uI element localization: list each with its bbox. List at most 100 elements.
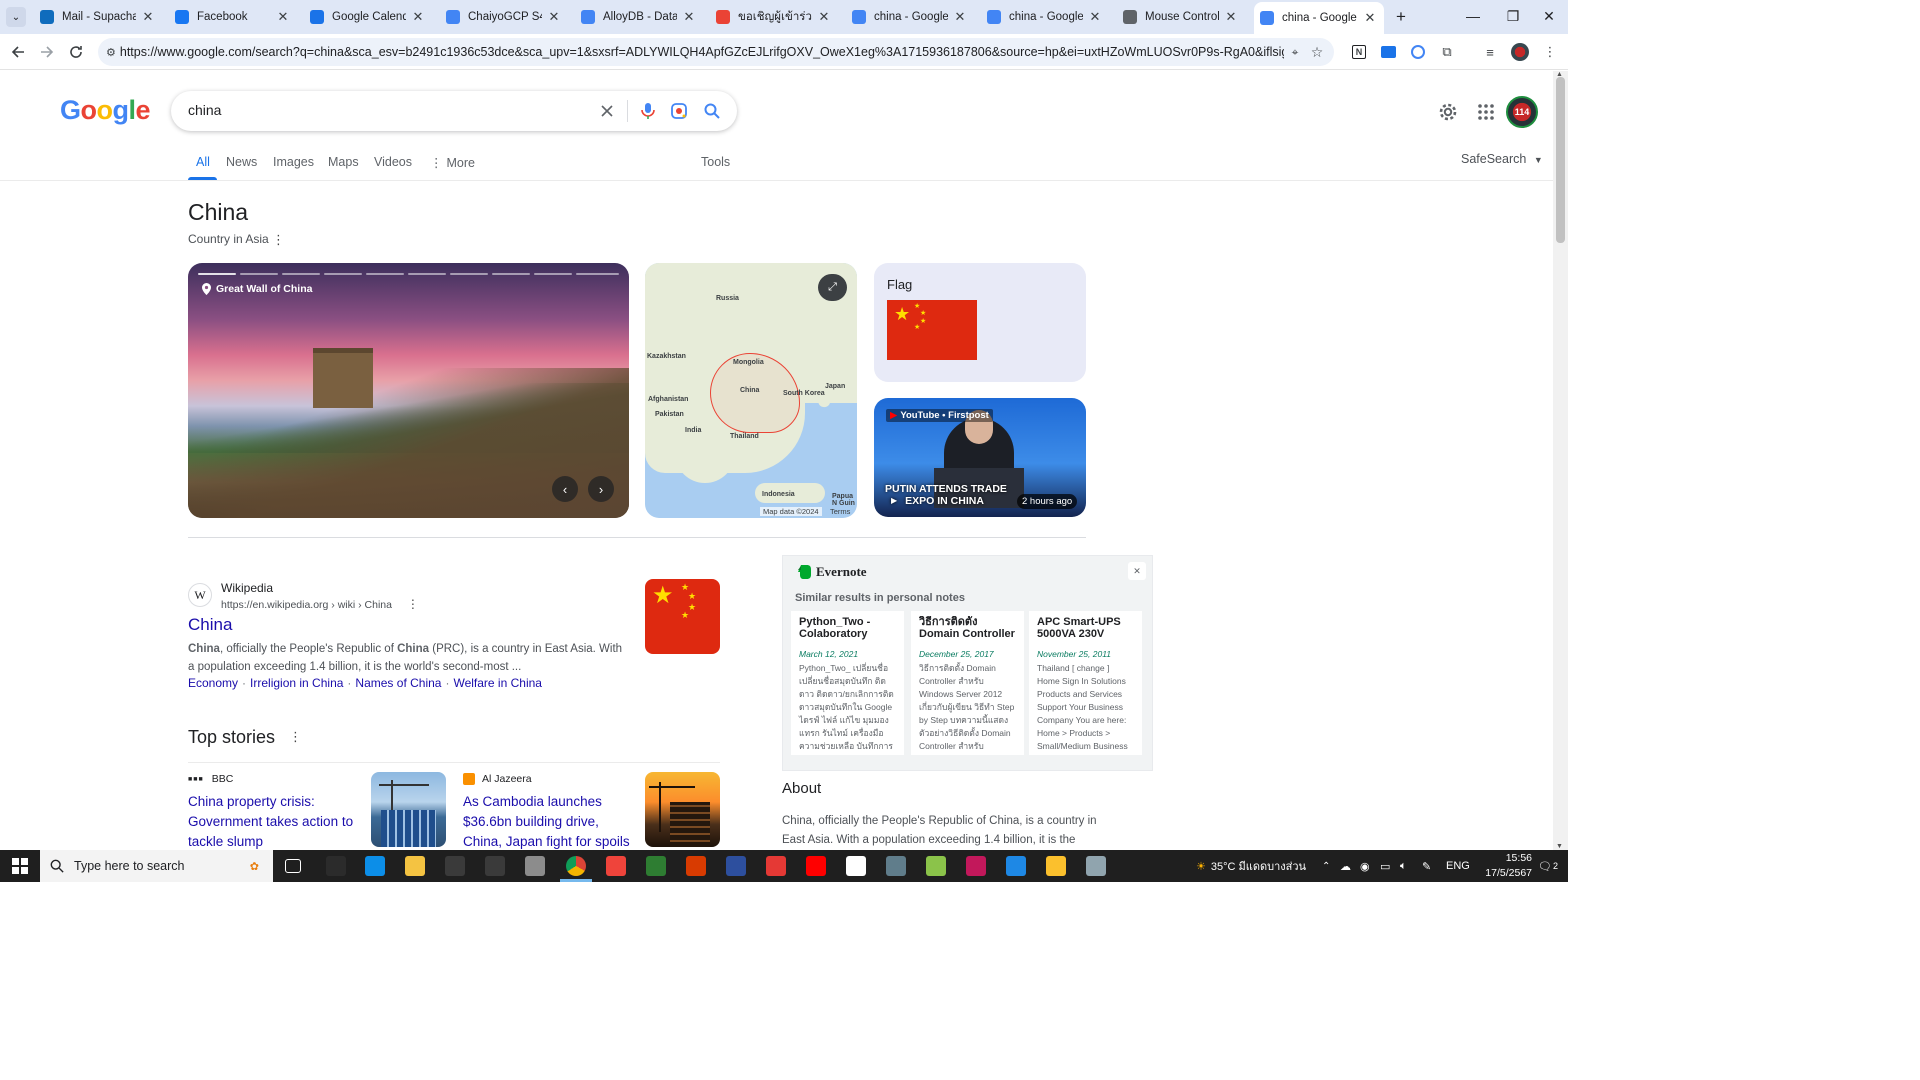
wikipedia-flag-thumbnail[interactable]: ★ ★ ★ ★ ★ bbox=[645, 579, 720, 654]
result-url[interactable]: https://en.wikipedia.org › wiki › China … bbox=[221, 597, 419, 611]
browser-tab[interactable]: ChaiyoGCP S4 ✕ bbox=[440, 4, 568, 30]
mail-icon[interactable] bbox=[485, 856, 505, 876]
app-icon[interactable] bbox=[646, 856, 666, 876]
carousel-next-button[interactable]: › bbox=[588, 476, 614, 502]
powershell-icon[interactable] bbox=[726, 856, 746, 876]
task-view-icon[interactable] bbox=[285, 859, 301, 873]
scroll-down-arrow-icon[interactable]: ▼ bbox=[1556, 843, 1563, 850]
bookmark-star-icon[interactable]: ☆ bbox=[1306, 44, 1328, 61]
close-tab-icon[interactable]: ✕ bbox=[410, 9, 426, 25]
top-stories-menu-icon[interactable]: ⋮ bbox=[289, 729, 302, 745]
app-icon[interactable] bbox=[926, 856, 946, 876]
evernote-brand[interactable]: Evernote bbox=[798, 564, 867, 580]
tab-images[interactable]: Images bbox=[273, 155, 314, 169]
tab-maps[interactable]: Maps bbox=[328, 155, 359, 169]
start-button[interactable] bbox=[12, 858, 28, 874]
result-menu-icon[interactable]: ⋮ bbox=[407, 597, 419, 611]
more-tabs-button[interactable]: ⋮ More bbox=[430, 155, 475, 170]
screen-extension-icon[interactable] bbox=[1378, 42, 1398, 62]
great-wall-image-carousel[interactable]: Great Wall of China ‹ › bbox=[188, 263, 629, 518]
browser-tab[interactable]: Google Calendar ✕ bbox=[304, 4, 432, 30]
browser-tab[interactable]: Mail - Supachai C ✕ bbox=[34, 4, 162, 30]
browser-menu-icon[interactable]: ⋮ bbox=[1540, 42, 1560, 62]
store-icon[interactable] bbox=[445, 856, 465, 876]
location-icon[interactable]: ⌖ bbox=[1284, 45, 1306, 60]
close-tab-icon[interactable]: ✕ bbox=[275, 9, 291, 25]
evernote-note-card[interactable]: APC Smart-UPS 5000VA 230V November 25, 20… bbox=[1029, 611, 1142, 755]
sitelink[interactable]: Irreligion in China bbox=[250, 676, 343, 690]
tray-overflow-icon[interactable]: ⌃ bbox=[1322, 850, 1330, 882]
profile-avatar-icon[interactable] bbox=[1510, 42, 1530, 62]
expand-map-button[interactable]: ⤢ bbox=[818, 274, 847, 301]
language-indicator[interactable]: ENG bbox=[1446, 850, 1470, 882]
pen-icon[interactable]: ✎ bbox=[1422, 850, 1431, 882]
taskbar-search-box[interactable]: Type here to search ✿ bbox=[40, 850, 273, 882]
weather-widget[interactable]: ☀ 35°C มีแดดบางส่วน bbox=[1196, 850, 1306, 882]
site-info-icon[interactable]: ⚙ bbox=[106, 46, 116, 59]
office-icon[interactable] bbox=[686, 856, 706, 876]
app-icon[interactable] bbox=[766, 856, 786, 876]
notifications-icon[interactable]: 🗨︎ 2 bbox=[1538, 850, 1558, 882]
evernote-close-button[interactable]: ✕ bbox=[1128, 562, 1146, 580]
forward-button[interactable] bbox=[35, 40, 59, 64]
close-tab-icon[interactable]: ✕ bbox=[952, 9, 968, 25]
app-icon[interactable] bbox=[1086, 856, 1106, 876]
app-icon[interactable] bbox=[1046, 856, 1066, 876]
search-input[interactable]: china bbox=[188, 102, 221, 118]
chrome-icon[interactable] bbox=[566, 856, 586, 876]
clock[interactable]: 15:56 17/5/2567 bbox=[1480, 851, 1532, 881]
address-url[interactable]: https://www.google.com/search?q=china&sc… bbox=[120, 45, 1284, 59]
notion-extension-icon[interactable]: N bbox=[1349, 42, 1369, 62]
scrollbar-thumb[interactable] bbox=[1556, 77, 1565, 243]
google-account-avatar[interactable]: 114 bbox=[1506, 96, 1538, 128]
close-window-button[interactable]: ✕ bbox=[1526, 0, 1572, 32]
app-icon[interactable] bbox=[966, 856, 986, 876]
calculator-icon[interactable] bbox=[326, 856, 346, 876]
settings-gear-icon[interactable] bbox=[1436, 100, 1460, 124]
edge-icon[interactable] bbox=[365, 856, 385, 876]
address-bar[interactable]: ⚙ https://www.google.com/search?q=china&… bbox=[98, 38, 1334, 66]
google-apps-icon[interactable] bbox=[1474, 100, 1498, 124]
circle-extension-icon[interactable] bbox=[1408, 42, 1428, 62]
browser-tab[interactable]: china - Google Se ✕ bbox=[846, 4, 974, 30]
sitelink[interactable]: Welfare in China bbox=[453, 676, 542, 690]
carousel-prev-button[interactable]: ‹ bbox=[552, 476, 578, 502]
voice-search-icon[interactable] bbox=[636, 99, 660, 123]
browser-tab[interactable]: china - Google Se ✕ bbox=[981, 4, 1109, 30]
new-tab-button[interactable]: + bbox=[1390, 6, 1412, 28]
app-icon[interactable] bbox=[525, 856, 545, 876]
close-tab-icon[interactable]: ✕ bbox=[1087, 9, 1103, 25]
evernote-note-card[interactable]: Python_Two - Colaboratory March 12, 2021 P… bbox=[791, 611, 904, 755]
safesearch-button[interactable]: SafeSearch ▼ bbox=[1461, 152, 1543, 166]
browser-tab[interactable]: Facebook ✕ bbox=[169, 4, 297, 30]
result-site-name[interactable]: Wikipedia bbox=[221, 581, 273, 595]
close-tab-icon[interactable]: ✕ bbox=[1362, 10, 1378, 26]
browser-tab[interactable]: ขอเชิญผู้เข้าร่วม ✕ bbox=[710, 4, 838, 30]
tab-news[interactable]: News bbox=[226, 155, 257, 169]
story-title-link[interactable]: China property crisis: Government takes … bbox=[188, 792, 358, 852]
china-map[interactable]: ⤢ Russia Kazakhstan Mongolia Afghanistan Pak… bbox=[645, 263, 857, 518]
sitelink[interactable]: Economy bbox=[188, 676, 238, 690]
youtube-video-card[interactable]: ▶ YouTube • Firstpost PUTIN ATTENDS TRADE… bbox=[874, 398, 1086, 517]
file-explorer-icon[interactable] bbox=[405, 856, 425, 876]
evernote-note-card[interactable]: วิธีการติดตั้ง Domain Controller December… bbox=[911, 611, 1024, 755]
lens-search-icon[interactable] bbox=[667, 99, 691, 123]
close-tab-icon[interactable]: ✕ bbox=[681, 9, 697, 25]
volume-icon[interactable]: 🔈︎ bbox=[1400, 850, 1407, 882]
knowledge-panel-menu-icon[interactable]: ⋮ bbox=[272, 232, 285, 248]
network-icon[interactable]: ▭ bbox=[1380, 850, 1390, 882]
tab-videos[interactable]: Videos bbox=[374, 155, 412, 169]
result-title-link[interactable]: China bbox=[188, 615, 232, 635]
google-logo[interactable]: Google bbox=[60, 95, 151, 126]
flag-card[interactable]: Flag ★ ★ ★ ★ ★ bbox=[874, 263, 1086, 382]
tab-all[interactable]: All bbox=[196, 155, 210, 169]
story-thumbnail[interactable] bbox=[371, 772, 446, 847]
map-terms-link[interactable]: Terms bbox=[830, 507, 850, 516]
extensions-puzzle-icon[interactable]: ⧉ bbox=[1437, 42, 1457, 62]
onedrive-icon[interactable]: ☁ bbox=[1340, 850, 1351, 882]
browser-tab[interactable]: china - Google Se ✕ bbox=[1254, 2, 1384, 34]
reload-button[interactable] bbox=[64, 40, 88, 64]
media-control-icon[interactable]: ≡ bbox=[1480, 42, 1500, 62]
story-title-link[interactable]: As Cambodia launches $36.6bn building dr… bbox=[463, 792, 635, 852]
anydesk-icon[interactable] bbox=[606, 856, 626, 876]
